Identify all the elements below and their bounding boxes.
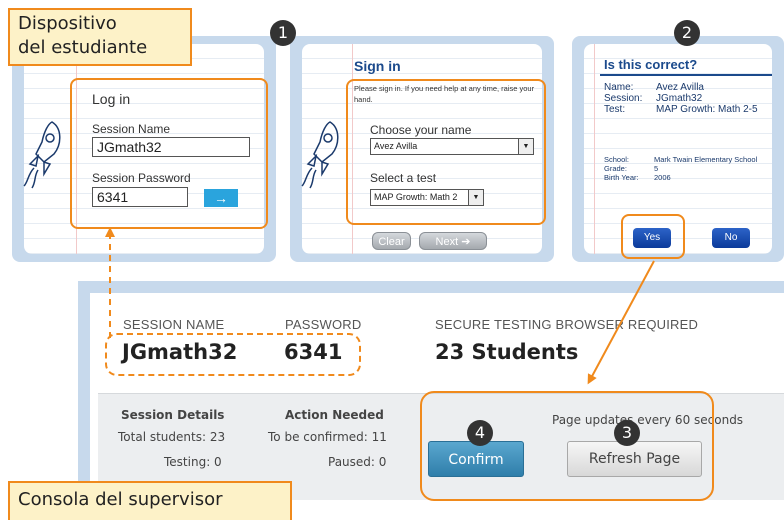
student-count: 23 Students <box>435 340 579 364</box>
confirm-session-label: Session: <box>604 93 643 104</box>
secure-browser-heading: SECURE TESTING BROWSER REQUIRED <box>435 317 699 332</box>
next-button[interactable]: Next ➔ <box>419 232 487 250</box>
confirm-name-value: Avez Avilla <box>656 82 704 93</box>
confirm-session-value: JGmath32 <box>656 93 703 104</box>
confirm-school-label: School: <box>604 155 630 164</box>
password-heading: PASSWORD <box>285 317 362 332</box>
confirm-title: Is this correct? <box>604 57 698 72</box>
refresh-page-button[interactable]: Refresh Page <box>567 441 702 477</box>
confirm-test-label: Test: <box>604 104 626 115</box>
action-needed-heading: Action Needed <box>285 408 384 422</box>
proctor-console-caption: Consola del supervisor <box>8 481 292 520</box>
test-select-value: MAP Growth: Math 2 <box>374 192 458 202</box>
confirm-grade-value: 5 <box>654 164 659 173</box>
confirm-title-rule <box>600 74 772 76</box>
choose-name-label: Choose your name <box>370 123 472 137</box>
testing-count: Testing: 0 <box>164 455 222 469</box>
total-students: Total students: 23 <box>118 430 226 444</box>
no-button[interactable]: No <box>712 228 750 248</box>
confirm-birth-value: 2006 <box>654 173 671 182</box>
yes-button[interactable]: Yes <box>633 228 671 248</box>
confirm-button[interactable]: Confirm <box>428 441 524 477</box>
next-button-label: Next <box>435 236 459 248</box>
to-be-confirmed-count: To be confirmed: 11 <box>268 430 387 444</box>
step-badge-2: 2 <box>674 20 700 46</box>
arrow-right-icon: ➔ <box>461 236 471 248</box>
step-badge-1: 1 <box>270 20 296 46</box>
session-name-label: Session Name <box>92 122 171 136</box>
name-select[interactable]: Avez Avilla ▼ <box>370 138 534 155</box>
session-password-input[interactable]: 6341 <box>92 187 188 207</box>
confirm-grade-label: Grade: <box>604 164 627 173</box>
name-select-value: Avez Avilla <box>374 141 418 151</box>
clear-button[interactable]: Clear <box>372 232 411 250</box>
login-title: Log in <box>92 91 131 107</box>
confirm-birth-label: Birth Year: <box>604 173 639 182</box>
rocket-icon <box>23 121 61 189</box>
arrow-right-icon: → <box>214 190 228 206</box>
select-test-label: Select a test <box>370 171 437 185</box>
paused-count: Paused: 0 <box>328 455 387 469</box>
chevron-down-icon: ▼ <box>518 139 533 154</box>
step-badge-3: 3 <box>614 420 640 446</box>
rocket-icon <box>301 121 339 189</box>
step-badge-4: 4 <box>467 420 493 446</box>
chevron-down-icon: ▼ <box>468 190 483 205</box>
session-name-input[interactable]: JGmath32 <box>92 137 250 157</box>
signin-help-text: Please sign in. If you need help at any … <box>354 84 535 104</box>
login-go-button[interactable]: → <box>204 189 238 207</box>
confirm-school-value: Mark Twain Elementary School <box>654 155 758 164</box>
session-name-heading: SESSION NAME <box>123 317 225 332</box>
confirm-name-label: Name: <box>604 82 634 93</box>
student-device-caption: Dispositivo del estudiante <box>8 8 192 66</box>
session-password-label: Session Password <box>92 171 191 185</box>
confirm-test-value: MAP Growth: Math 2-5 <box>656 104 758 115</box>
session-details-heading: Session Details <box>121 408 225 422</box>
test-select[interactable]: MAP Growth: Math 2 ▼ <box>370 189 484 206</box>
credentials-highlight <box>105 333 361 376</box>
signin-title: Sign in <box>354 58 401 74</box>
